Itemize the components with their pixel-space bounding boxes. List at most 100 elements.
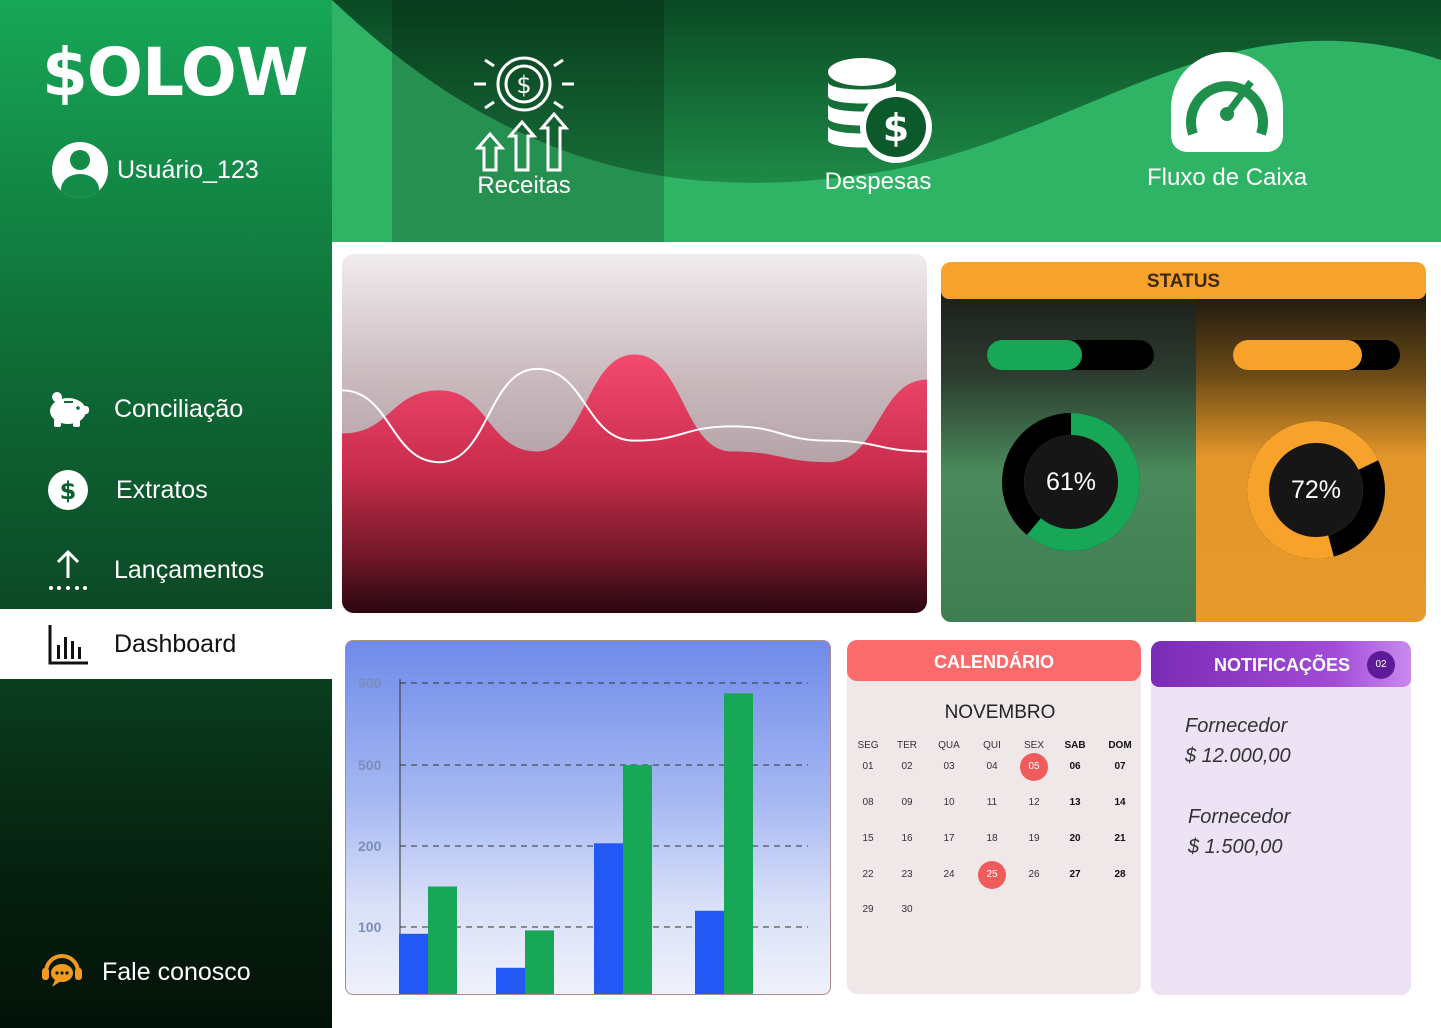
calendar-day[interactable]: 11: [977, 797, 1007, 808]
header-item-despesas[interactable]: $ Despesas: [822, 52, 934, 196]
progress-bar: [1233, 340, 1400, 370]
calendar-day[interactable]: 02: [892, 761, 922, 772]
area-chart: [342, 354, 927, 613]
donut-percent-label: 72%: [1290, 476, 1342, 504]
notification-label: Fornecedor: [1188, 806, 1291, 828]
y-tick-label: 200: [358, 838, 382, 854]
status-title: STATUS: [941, 262, 1426, 299]
area-series-red: [342, 354, 927, 613]
bar: [724, 693, 753, 994]
calendar-day[interactable]: 15: [853, 833, 883, 844]
bar-chart: 100 200 500 900: [358, 675, 808, 994]
calendar-day[interactable]: 28: [1105, 869, 1135, 880]
y-tick-label: 500: [358, 757, 382, 773]
donut-percent-label: 61%: [1045, 468, 1097, 496]
bar: [623, 765, 652, 994]
area-chart-panel: [342, 254, 927, 613]
notification-label: Fornecedor: [1185, 715, 1288, 737]
notifications-title: NOTIFICAÇÕES 02: [1151, 641, 1411, 687]
header-item-receitas[interactable]: $ Receitas: [472, 52, 576, 200]
bar: [695, 910, 724, 994]
calendar-title: CALENDÁRIO: [847, 640, 1141, 681]
y-tick-label: 900: [358, 675, 382, 691]
calendar-weekday: TER: [897, 740, 917, 751]
calendar-day[interactable]: 13: [1060, 797, 1090, 808]
calendar-day[interactable]: 18: [977, 833, 1007, 844]
notifications-panel: NOTIFICAÇÕES 02 Fornecedor $ 12.000,00 F…: [1151, 641, 1411, 995]
notifications-count-badge[interactable]: 02: [1367, 651, 1395, 679]
calendar-weekday: QUI: [983, 740, 1001, 751]
status-panel: STATUS 61% 72%: [941, 262, 1426, 622]
notification-item[interactable]: Fornecedor $ 1.500,00: [1188, 802, 1290, 862]
calendar-day[interactable]: 09: [892, 797, 922, 808]
calendar-weekday: DOM: [1108, 740, 1132, 751]
calendar-day[interactable]: 16: [892, 833, 922, 844]
calendar-day[interactable]: 05: [1019, 761, 1049, 772]
calendar-month: NOVEMBRO: [944, 702, 1056, 723]
progress-bar-fill: [1233, 340, 1362, 370]
calendar-weekday: SAB: [1064, 740, 1086, 751]
sidebar-item-extratos[interactable]: $ Extratos: [0, 455, 332, 525]
sidebar-item-conciliacao[interactable]: Conciliação: [0, 374, 332, 444]
calendar-day[interactable]: 25: [977, 869, 1007, 880]
status-right-card: 72%: [1196, 292, 1426, 622]
calendar-day[interactable]: 06: [1060, 761, 1090, 772]
calendar-weekday: SEG: [857, 740, 879, 751]
svg-text:$: $: [516, 71, 531, 99]
calendar-day[interactable]: 12: [1019, 797, 1049, 808]
calendar-day[interactable]: 14: [1105, 797, 1135, 808]
progress-bar-fill: [987, 340, 1083, 370]
user-name: Usuário_123: [117, 155, 259, 184]
calendar-day[interactable]: 10: [934, 797, 964, 808]
bar: [525, 930, 554, 994]
progress-bar: [987, 340, 1154, 370]
sidebar-item-label: Dashboard: [114, 629, 237, 658]
user-profile[interactable]: Usuário_123: [52, 142, 259, 198]
calendar-weekday: QUA: [938, 740, 960, 751]
contact-label: Fale conosco: [102, 957, 251, 986]
calendar-day[interactable]: 30: [892, 904, 922, 915]
sidebar-item-dashboard[interactable]: Dashboard: [0, 609, 332, 679]
calendar-day[interactable]: 22: [853, 869, 883, 880]
header-item-label: Fluxo de Caixa: [1147, 164, 1308, 191]
support-chat-icon: [40, 950, 84, 994]
calendar-day[interactable]: 08: [853, 797, 883, 808]
y-tick-label: 100: [358, 919, 382, 935]
header-item-fluxo-caixa[interactable]: Fluxo de Caixa: [1147, 52, 1307, 192]
calendar-day[interactable]: 27: [1060, 869, 1090, 880]
bar-chart-icon: [46, 622, 90, 666]
upload-arrow-icon: [46, 548, 90, 592]
calendar-day[interactable]: 29: [853, 904, 883, 915]
sidebar-item-label: Lançamentos: [114, 555, 265, 584]
user-avatar-icon: [52, 142, 108, 198]
bar-chart-panel: 100 200 500 900: [345, 640, 831, 995]
notifications-title-label: NOTIFICAÇÕES: [1214, 655, 1351, 675]
calendar-panel: CALENDÁRIO NOVEMBRO SEG TER QUA QUI SEX SAB DO…: [847, 640, 1141, 994]
svg-text:$: $: [883, 106, 909, 150]
app-logo: $OLOW: [42, 34, 309, 111]
calendar-weekday: SEX: [1023, 740, 1044, 751]
notification-item[interactable]: Fornecedor $ 12.000,00: [1185, 711, 1291, 771]
calendar-day[interactable]: 26: [1019, 869, 1049, 880]
calendar-day[interactable]: 24: [934, 869, 964, 880]
revenue-growth-icon: $: [474, 56, 574, 172]
notification-value: $ 12.000,00: [1185, 745, 1291, 767]
calendar-day[interactable]: 20: [1060, 833, 1090, 844]
gauge-icon: [1171, 52, 1284, 152]
contact-link[interactable]: Fale conosco: [40, 950, 251, 994]
header-item-label: Receitas: [477, 172, 571, 199]
calendar-day[interactable]: 04: [977, 761, 1007, 772]
calendar-day[interactable]: 07: [1105, 761, 1135, 772]
bar: [594, 843, 623, 994]
calendar-day[interactable]: 21: [1105, 833, 1135, 844]
dollar-circle-icon: $: [46, 468, 90, 512]
calendar-day[interactable]: 01: [853, 761, 883, 772]
coins-dollar-icon: $: [828, 58, 932, 163]
calendar-day[interactable]: 23: [892, 869, 922, 880]
bar: [496, 967, 525, 994]
calendar-day[interactable]: 19: [1019, 833, 1049, 844]
calendar-day[interactable]: 03: [934, 761, 964, 772]
piggy-bank-icon: [46, 387, 90, 431]
calendar-day[interactable]: 17: [934, 833, 964, 844]
sidebar-item-lancamentos[interactable]: Lançamentos: [0, 535, 332, 605]
